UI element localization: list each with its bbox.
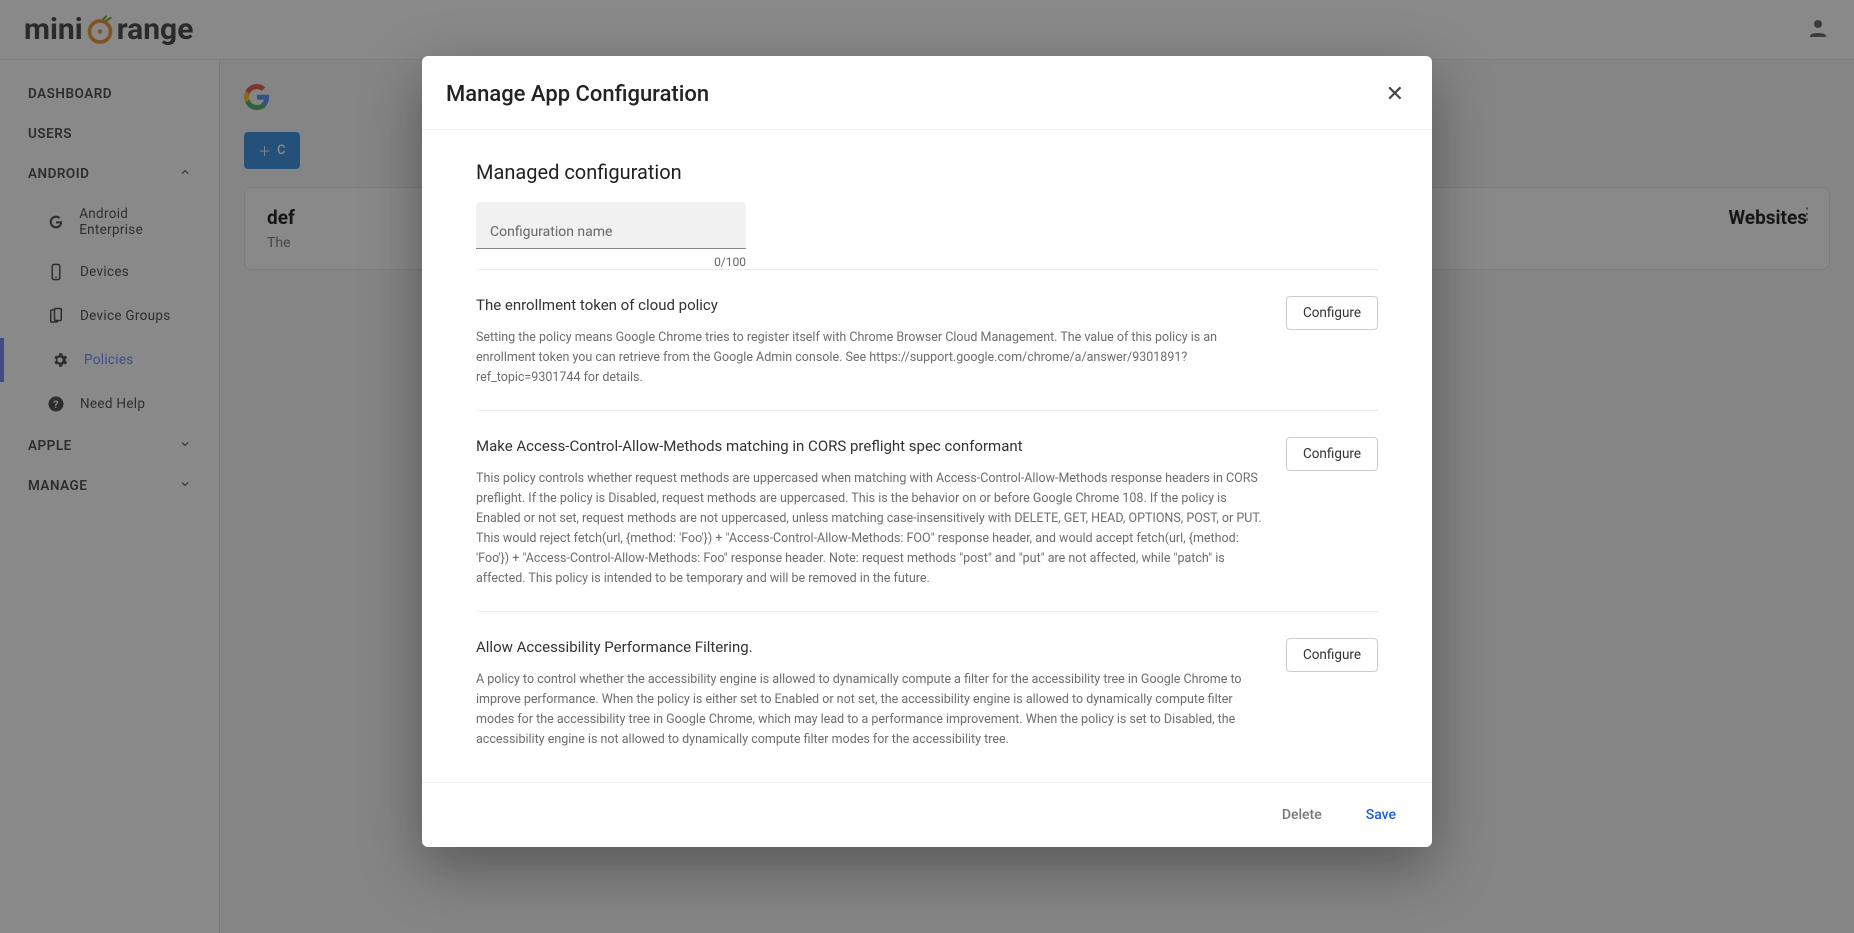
configure-button[interactable]: Configure <box>1286 638 1378 672</box>
policy-description: This policy controls whether request met… <box>476 469 1262 589</box>
modal-body: Managed configuration 0/100 The enrollme… <box>422 130 1432 782</box>
save-button[interactable]: Save <box>1354 799 1408 831</box>
modal-header: Manage App Configuration ✕ <box>422 56 1432 130</box>
policy-title: Allow Accessibility Performance Filterin… <box>476 638 1262 656</box>
policy-description: A policy to control whether the accessib… <box>476 670 1262 750</box>
close-icon: ✕ <box>1386 82 1404 107</box>
section-title: Managed configuration <box>476 160 1378 184</box>
policy-description: Setting the policy means Google Chrome t… <box>476 328 1262 388</box>
modal-overlay: Manage App Configuration ✕ Managed confi… <box>0 0 1854 933</box>
modal-footer: Delete Save <box>422 782 1432 847</box>
modal-title: Manage App Configuration <box>446 82 709 107</box>
char-count: 0/100 <box>476 255 746 269</box>
policy-row-cors-matching: Make Access-Control-Allow-Methods matchi… <box>476 410 1378 611</box>
configure-button[interactable]: Configure <box>1286 437 1378 471</box>
policy-title: The enrollment token of cloud policy <box>476 296 1262 314</box>
close-button[interactable]: ✕ <box>1382 78 1408 111</box>
manage-app-config-modal: Manage App Configuration ✕ Managed confi… <box>422 56 1432 847</box>
config-name-field-wrapper: 0/100 <box>476 202 746 269</box>
configure-button[interactable]: Configure <box>1286 296 1378 330</box>
policy-row-accessibility-filtering: Allow Accessibility Performance Filterin… <box>476 611 1378 772</box>
policy-title: Make Access-Control-Allow-Methods matchi… <box>476 437 1262 455</box>
policy-row-enrollment-token: The enrollment token of cloud policy Set… <box>476 269 1378 410</box>
config-name-input[interactable] <box>476 202 746 249</box>
delete-button[interactable]: Delete <box>1270 799 1334 831</box>
